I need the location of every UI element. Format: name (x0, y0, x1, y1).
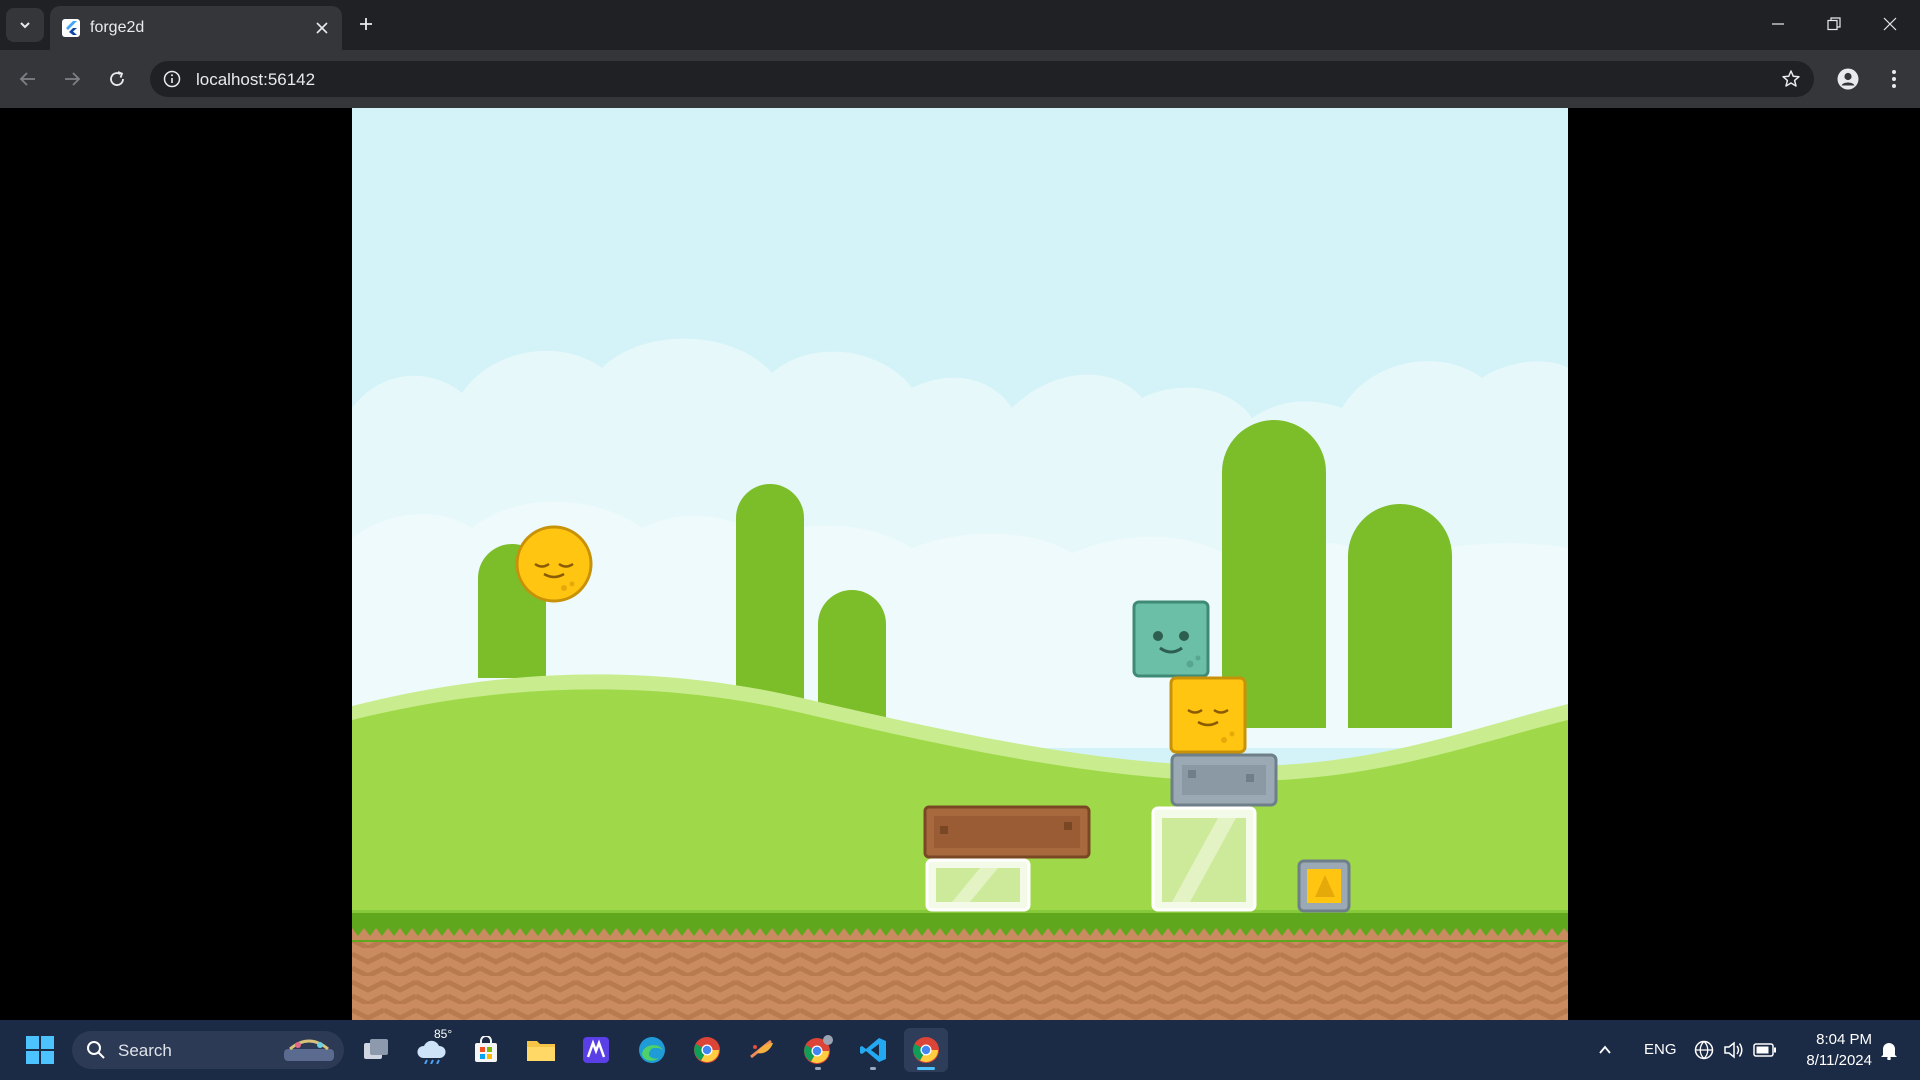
ground-zigzag (352, 926, 1568, 942)
stone-block[interactable] (1170, 753, 1278, 807)
close-window-button[interactable] (1862, 0, 1918, 48)
profile-button[interactable] (1832, 63, 1864, 95)
yellow-ball[interactable] (515, 525, 593, 603)
start-button[interactable] (18, 1028, 62, 1072)
weather-widget[interactable]: 85° (410, 1027, 454, 1072)
site-info-button[interactable] (160, 67, 184, 91)
folder-icon (527, 1041, 555, 1061)
show-hidden-icons-button[interactable] (1590, 1028, 1620, 1072)
volume-button[interactable] (1720, 1028, 1748, 1072)
battery-icon (1753, 1043, 1776, 1057)
close-icon (316, 22, 328, 34)
yellow-block[interactable] (1169, 676, 1247, 754)
restore-icon (1827, 17, 1841, 31)
new-tab-button[interactable] (352, 10, 380, 38)
metal-block-small[interactable] (1297, 859, 1351, 913)
close-icon (1883, 17, 1897, 31)
chrome-icon (804, 1035, 833, 1064)
windows-icon (26, 1036, 54, 1064)
vscode-button[interactable] (851, 1028, 895, 1072)
search-icon (87, 1041, 105, 1059)
glass-block-small[interactable] (925, 858, 1031, 912)
star-icon (1782, 70, 1800, 87)
game-canvas[interactable] (352, 108, 1568, 1020)
arrow-right-icon (65, 72, 81, 86)
app-feather-button[interactable] (740, 1028, 784, 1072)
browser-tab[interactable]: forge2d (50, 6, 342, 50)
glass-block-large[interactable] (1151, 806, 1257, 912)
taskbar-search[interactable]: Search (72, 1031, 344, 1069)
clock[interactable]: 8:04 PM 8/11/2024 (1790, 1028, 1872, 1072)
reload-icon (110, 71, 124, 86)
minimize-icon (1772, 23, 1784, 25)
volume-icon (1724, 1041, 1743, 1059)
address-bar[interactable]: localhost:56142 (150, 61, 1814, 97)
chrome-profile-button[interactable] (796, 1028, 840, 1072)
url-text[interactable]: localhost:56142 (196, 70, 315, 90)
reload-button[interactable] (101, 63, 133, 95)
store-icon (475, 1036, 497, 1062)
chrome-active-button[interactable] (904, 1028, 948, 1072)
arrow-left-icon (19, 72, 35, 86)
battery-button[interactable] (1750, 1028, 1780, 1072)
app-m-button[interactable] (574, 1028, 618, 1072)
app-m-icon (583, 1037, 609, 1063)
wood-plank[interactable] (923, 805, 1091, 859)
microsoft-store-button[interactable] (464, 1028, 508, 1072)
chevron-up-icon (1599, 1045, 1611, 1054)
chrome-icon (694, 1037, 720, 1063)
notifications-button[interactable] (1874, 1028, 1904, 1072)
edge-icon (639, 1037, 665, 1063)
ground-dirt (352, 942, 1568, 1020)
chevron-down-icon (20, 22, 30, 29)
task-view-button[interactable] (354, 1028, 398, 1072)
tab-title: forge2d (90, 19, 145, 36)
teal-block[interactable] (1132, 600, 1210, 678)
active-indicator (917, 1067, 935, 1070)
minimize-button[interactable] (1750, 0, 1806, 48)
search-label: Search (118, 1041, 172, 1060)
back-button[interactable] (12, 63, 44, 95)
running-indicator (815, 1067, 821, 1070)
info-icon (163, 70, 181, 88)
weather-temp: 85° (434, 1027, 453, 1041)
chrome-icon (913, 1037, 939, 1063)
page-viewport (0, 108, 1920, 1020)
browser-tabstrip: forge2d (0, 0, 1920, 50)
task-view-icon (364, 1039, 388, 1059)
network-icon (1694, 1040, 1714, 1060)
search-highlight-icon (284, 1039, 334, 1061)
feather-icon (750, 1039, 773, 1059)
plus-icon (360, 18, 372, 30)
tab-close-button[interactable] (310, 16, 334, 40)
restore-button[interactable] (1806, 0, 1862, 48)
forward-button[interactable] (56, 63, 88, 95)
chrome-button[interactable] (685, 1028, 729, 1072)
flutter-icon (62, 19, 80, 37)
ground-grass (352, 912, 1568, 926)
browser-menu-button[interactable] (1878, 63, 1910, 95)
running-indicator (870, 1067, 876, 1070)
clock-time: 8:04 PM (1816, 1031, 1872, 1048)
network-button[interactable] (1690, 1028, 1718, 1072)
clock-date: 8/11/2024 (1806, 1052, 1872, 1069)
language-indicator[interactable]: ENG (1644, 1041, 1677, 1058)
vscode-icon (860, 1038, 886, 1062)
tab-search-button[interactable] (6, 8, 44, 42)
bookmark-button[interactable] (1778, 66, 1804, 92)
taskbar: Search 85° ENG 8:04 PM 8/11/2024 (0, 1020, 1920, 1080)
bell-icon (1881, 1043, 1897, 1060)
edge-button[interactable] (630, 1028, 674, 1072)
game-scene (352, 108, 1568, 1020)
more-vertical-icon (1892, 70, 1896, 88)
account-icon (1837, 68, 1859, 90)
browser-toolbar: localhost:56142 (0, 50, 1920, 108)
file-explorer-button[interactable] (519, 1028, 563, 1072)
